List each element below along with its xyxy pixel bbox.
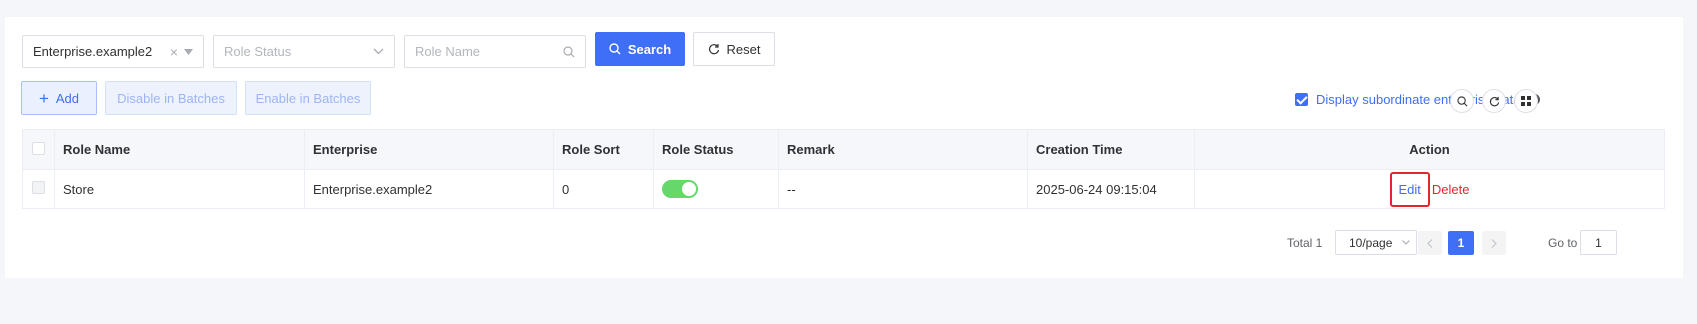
page-size-value: 10/page: [1349, 235, 1393, 250]
table-header-row: Role Name Enterprise Role Sort Role Stat…: [22, 129, 1665, 170]
add-button-label: Add: [55, 90, 80, 106]
cell-role-name: Store: [54, 169, 305, 209]
reset-button[interactable]: Reset: [693, 32, 775, 66]
goto-page-value: 1: [1595, 235, 1602, 250]
plus-icon: +: [38, 88, 49, 108]
column-header-role-name: Role Name: [54, 129, 305, 170]
goto-label: Go to: [1548, 236, 1578, 250]
search-button-label: Search: [627, 41, 672, 57]
column-header-action: Action: [1194, 129, 1665, 170]
table-row: Store Enterprise.example2 0 -- 2025-06-2…: [22, 169, 1665, 209]
enable-in-batches-button[interactable]: Enable in Batches: [245, 81, 371, 115]
chevron-down-icon: [1402, 240, 1410, 245]
pagination-total: Total 1: [1287, 236, 1323, 250]
cell-role-sort: 0: [553, 169, 654, 209]
page-size-select[interactable]: 10/page: [1335, 230, 1417, 255]
search-icon: [609, 43, 621, 55]
cell-remark: --: [778, 169, 1028, 209]
column-header-role-sort: Role Sort: [553, 129, 654, 170]
row-select-cell: [22, 169, 55, 209]
delete-link[interactable]: Delete: [1432, 182, 1470, 197]
select-all-cell: [22, 129, 55, 170]
cell-enterprise: Enterprise.example2: [304, 169, 554, 209]
enterprise-select[interactable]: Enterprise.example2 ×: [22, 35, 204, 68]
page-number-current[interactable]: 1: [1448, 231, 1474, 255]
clear-icon[interactable]: ×: [170, 44, 178, 60]
chevron-right-icon: [1491, 238, 1497, 248]
edit-link[interactable]: Edit: [1389, 171, 1430, 207]
refresh-button[interactable]: [1482, 89, 1506, 113]
search-icon: [563, 45, 575, 57]
role-status-select[interactable]: Role Status: [213, 35, 395, 68]
subordinate-checkbox[interactable]: [1295, 93, 1308, 106]
row-checkbox[interactable]: [32, 181, 45, 194]
add-button[interactable]: + Add: [21, 81, 97, 115]
column-header-role-status: Role Status: [653, 129, 779, 170]
search-button[interactable]: Search: [595, 32, 685, 66]
goto-page-input[interactable]: 1: [1580, 230, 1617, 255]
refresh-icon: [708, 44, 719, 55]
cell-role-status: [653, 169, 779, 209]
cell-action: Edit Delete: [1194, 169, 1665, 209]
caret-down-icon: [184, 48, 193, 55]
role-name-input[interactable]: Role Name: [404, 35, 586, 68]
select-all-checkbox[interactable]: [32, 141, 45, 155]
chevron-left-icon: [1427, 238, 1433, 248]
column-settings-button[interactable]: [1514, 89, 1538, 113]
column-header-enterprise: Enterprise: [304, 129, 554, 170]
enterprise-select-value: Enterprise.example2: [33, 44, 153, 59]
role-name-placeholder: Role Name: [415, 44, 481, 59]
cell-creation-time: 2025-06-24 09:15:04: [1027, 169, 1195, 209]
role-status-switch[interactable]: [662, 180, 698, 198]
search-icon: [1456, 95, 1467, 106]
search-toggle-button[interactable]: [1450, 89, 1474, 113]
next-page-button[interactable]: [1482, 231, 1506, 255]
grid-icon: [1521, 96, 1531, 106]
column-header-remark: Remark: [778, 129, 1028, 170]
role-status-placeholder: Role Status: [224, 44, 292, 59]
disable-in-batches-label: Disable in Batches: [117, 90, 225, 106]
prev-page-button[interactable]: [1418, 231, 1442, 255]
enable-in-batches-label: Enable in Batches: [255, 90, 361, 106]
reset-button-label: Reset: [726, 41, 761, 57]
chevron-down-icon: [373, 48, 384, 55]
disable-in-batches-button[interactable]: Disable in Batches: [105, 81, 237, 115]
refresh-icon: [1489, 96, 1499, 106]
role-table: Role Name Enterprise Role Sort Role Stat…: [22, 129, 1665, 209]
column-header-creation-time: Creation Time: [1027, 129, 1195, 170]
